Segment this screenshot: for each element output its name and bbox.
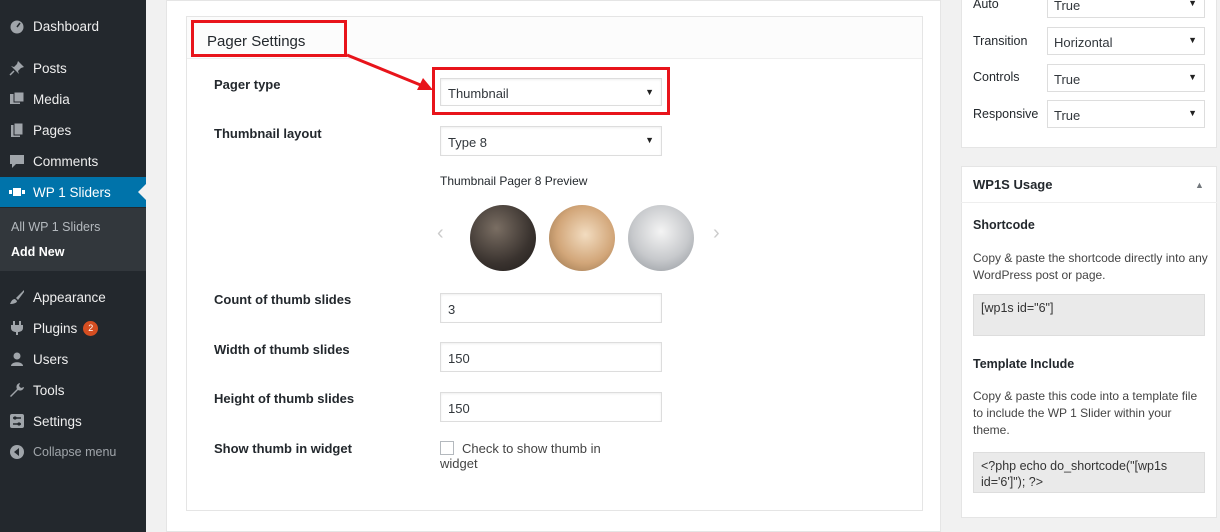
widget-checkbox-label: Check to show thumb in widget: [440, 441, 601, 471]
transition-label: Transition: [973, 34, 1028, 48]
auto-value: True: [1054, 0, 1081, 13]
responsive-select[interactable]: True ▼: [1047, 100, 1205, 128]
thumbnail-image[interactable]: [549, 205, 615, 271]
dropdown-arrow-icon: ▼: [1188, 72, 1197, 82]
wrench-icon: [9, 382, 25, 398]
pager-type-value: Thumbnail: [448, 86, 509, 101]
template-heading: Template Include: [973, 357, 1075, 371]
count-input[interactable]: 3: [440, 293, 662, 323]
menu-label: Tools: [33, 382, 65, 398]
menu-label: WP 1 Sliders: [33, 184, 111, 200]
collapse-icon: [9, 444, 25, 460]
thumbnail-layout-select[interactable]: Type 8 ▼: [440, 126, 662, 156]
transition-select[interactable]: Horizontal ▼: [1047, 27, 1205, 55]
dropdown-arrow-icon: ▼: [645, 87, 654, 97]
dropdown-arrow-icon: ▼: [1188, 108, 1197, 118]
thumbnail-image[interactable]: [470, 205, 536, 271]
thumbnail-layout-label: Thumbnail layout: [214, 126, 322, 141]
admin-sidebar: Dashboard Posts Media Pages Comments WP …: [0, 0, 146, 532]
shortcode-code[interactable]: [wp1s id="6"]: [973, 294, 1205, 336]
menu-item-wp1-sliders[interactable]: WP 1 Sliders: [0, 177, 146, 207]
dropdown-arrow-icon: ▼: [645, 135, 654, 145]
widget-checkbox[interactable]: [440, 441, 454, 455]
box-header: Pager Settings: [187, 17, 922, 59]
menu-label: Users: [33, 351, 69, 367]
dropdown-arrow-icon: ▼: [1188, 0, 1197, 8]
dashboard-icon: [9, 18, 25, 34]
menu-item-posts[interactable]: Posts: [0, 53, 146, 83]
transition-value: Horizontal: [1054, 35, 1113, 50]
controls-value: True: [1054, 72, 1081, 87]
menu-item-pages[interactable]: Pages: [0, 115, 146, 145]
menu-label: Collapse menu: [33, 445, 117, 459]
menu-item-plugins[interactable]: Plugins 2: [0, 313, 146, 343]
thumbnail-image[interactable]: [628, 205, 694, 271]
dropdown-arrow-icon: ▼: [1188, 35, 1197, 45]
auto-select[interactable]: True ▼: [1047, 0, 1205, 18]
menu-label: Plugins: [33, 320, 78, 336]
width-input[interactable]: 150: [440, 342, 662, 372]
controls-label: Controls: [973, 70, 1020, 84]
pin-icon: [9, 60, 25, 76]
plugin-icon: [9, 320, 25, 336]
submenu-add-new[interactable]: Add New: [11, 245, 64, 259]
menu-item-tools[interactable]: Tools: [0, 375, 146, 405]
settings-icon: [9, 413, 25, 429]
responsive-label: Responsive: [973, 107, 1039, 121]
height-input[interactable]: 150: [440, 392, 662, 422]
menu-item-dashboard[interactable]: Dashboard: [0, 11, 146, 41]
pager-type-select[interactable]: Thumbnail ▼: [440, 78, 662, 106]
media-icon: [9, 91, 25, 107]
submenu: All WP 1 Sliders Add New: [0, 208, 146, 271]
menu-label: Dashboard: [33, 18, 100, 34]
controls-select[interactable]: True ▼: [1047, 64, 1205, 92]
responsive-value: True: [1054, 108, 1081, 123]
menu-item-media[interactable]: Media: [0, 84, 146, 114]
pager-type-label: Pager type: [214, 77, 281, 92]
collapse-toggle-icon[interactable]: ▲: [1195, 180, 1204, 190]
thumbnail-layout-value: Type 8: [448, 135, 488, 150]
slides-icon: [9, 184, 25, 200]
annotation-arrow-icon: [346, 53, 433, 90]
auto-label: Auto: [973, 0, 999, 11]
menu-item-comments[interactable]: Comments: [0, 146, 146, 176]
user-icon: [9, 351, 25, 367]
menu-label: Settings: [33, 413, 82, 429]
menu-item-appearance[interactable]: Appearance: [0, 282, 146, 312]
usage-title: WP1S Usage: [973, 177, 1053, 192]
brush-icon: [9, 289, 25, 305]
pages-icon: [9, 122, 25, 138]
menu-label: Media: [33, 91, 70, 107]
preview-title: Thumbnail Pager 8 Preview: [440, 174, 588, 188]
menu-label: Appearance: [33, 289, 106, 305]
width-label: Width of thumb slides: [214, 342, 350, 357]
template-description: Copy & paste this code into a template f…: [973, 389, 1198, 437]
menu-item-settings[interactable]: Settings: [0, 406, 146, 436]
shortcode-description: Copy & paste the shortcode directly into…: [973, 251, 1208, 282]
next-arrow-icon[interactable]: ›: [713, 222, 720, 245]
height-label: Height of thumb slides: [214, 391, 355, 406]
menu-item-users[interactable]: Users: [0, 344, 146, 374]
update-count-badge: 2: [83, 320, 99, 336]
menu-label: Posts: [33, 60, 67, 76]
count-label: Count of thumb slides: [214, 292, 352, 307]
menu-label: Comments: [33, 153, 99, 169]
collapse-menu-button[interactable]: Collapse menu: [0, 437, 146, 467]
comment-icon: [9, 153, 25, 169]
pager-settings-title: Pager Settings: [191, 20, 347, 57]
menu-label: Pages: [33, 122, 72, 138]
template-code[interactable]: <?php echo do_shortcode("[wp1s id='6']")…: [973, 452, 1205, 493]
prev-arrow-icon[interactable]: ‹: [437, 222, 444, 245]
shortcode-heading: Shortcode: [973, 218, 1035, 232]
submenu-all-sliders[interactable]: All WP 1 Sliders: [11, 220, 100, 234]
widget-label: Show thumb in widget: [214, 441, 352, 456]
